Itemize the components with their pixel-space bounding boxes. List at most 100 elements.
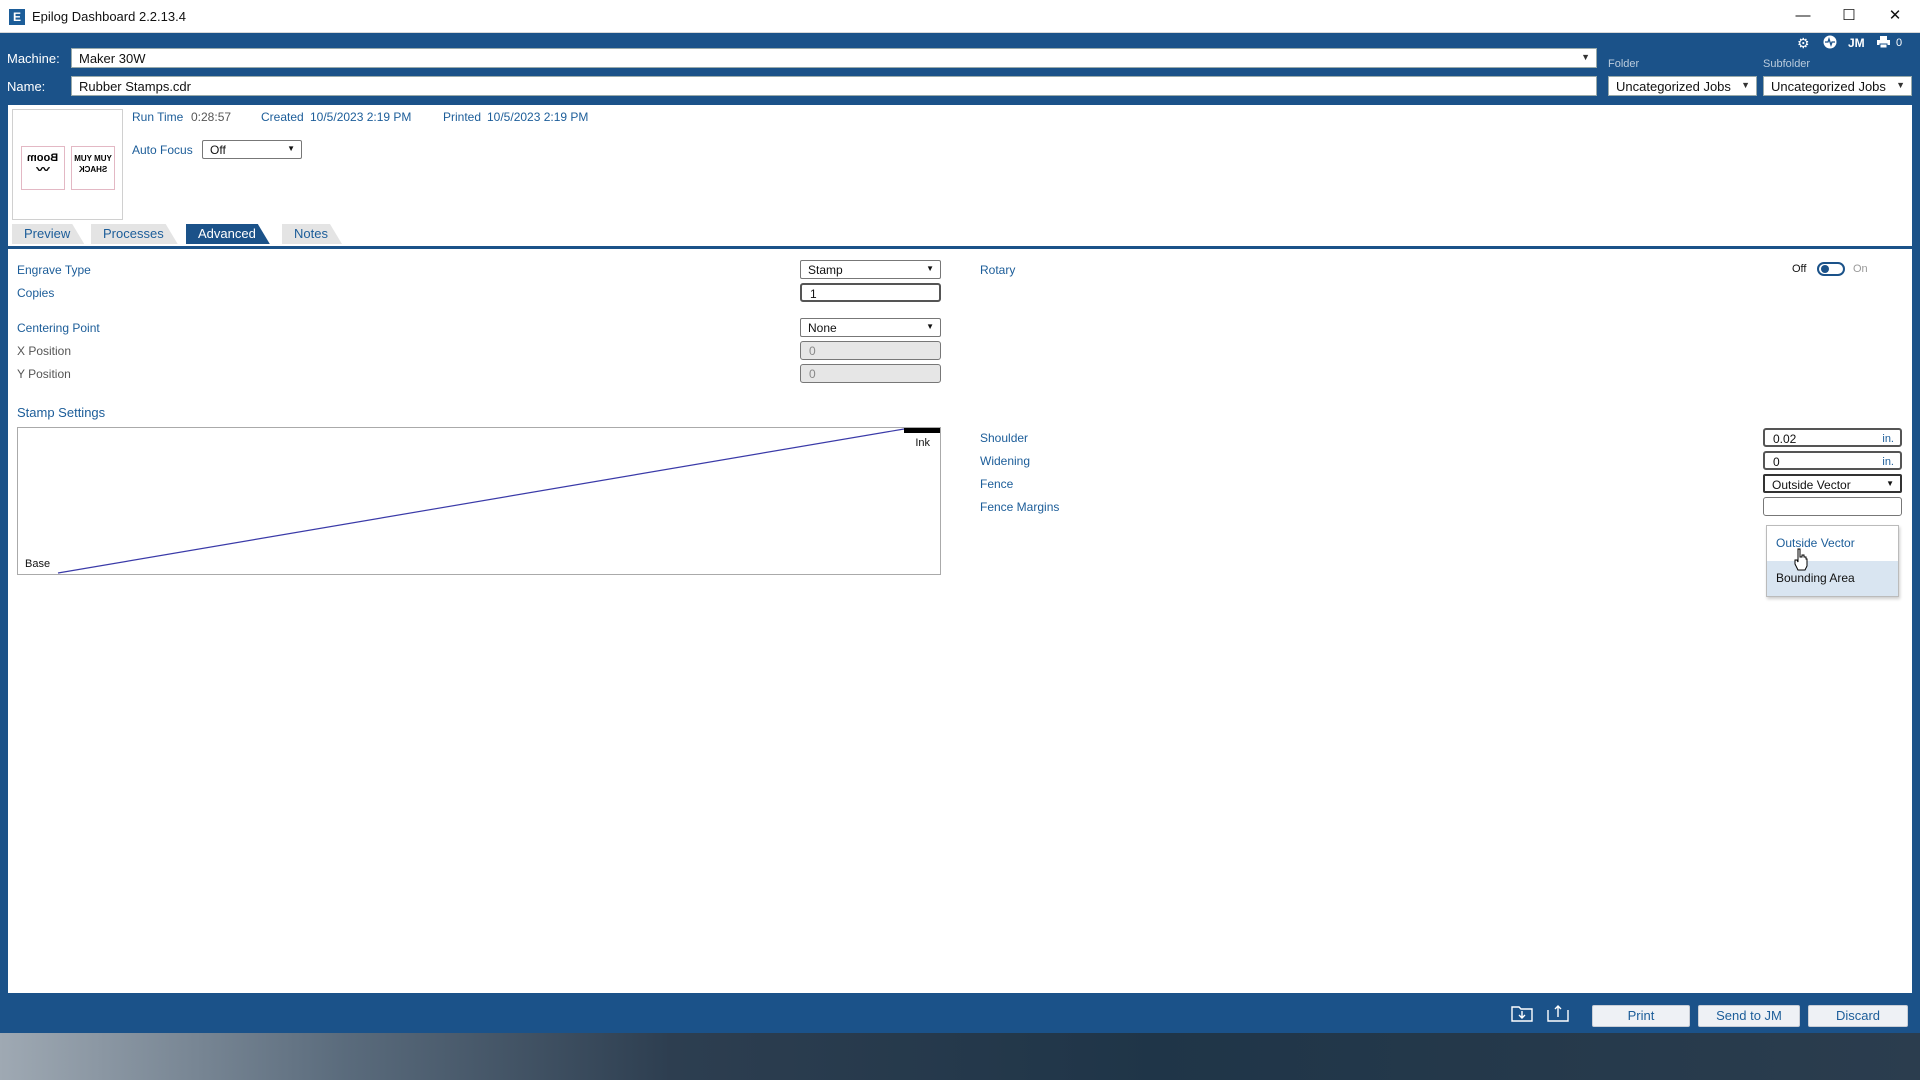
- shoulder-input[interactable]: 0.02 in.: [1763, 428, 1902, 447]
- tab-processes-label: Processes: [103, 226, 164, 241]
- x-position-value: 0: [809, 344, 816, 358]
- stamp-profile-graph: [57, 428, 940, 574]
- y-position-input: 0: [800, 364, 941, 383]
- copies-input[interactable]: 1: [800, 283, 941, 302]
- machine-select[interactable]: Maker 30W ▼: [71, 48, 1597, 68]
- subfolder-select[interactable]: Uncategorized Jobs ▼: [1763, 76, 1912, 96]
- widening-label: Widening: [980, 454, 1031, 468]
- chevron-down-icon: ▼: [1581, 52, 1590, 62]
- printed-value: 10/5/2023 2:19 PM: [487, 110, 589, 124]
- widening-input[interactable]: 0 in.: [1763, 451, 1902, 470]
- maximize-button[interactable]: ☐: [1826, 0, 1872, 33]
- fence-margins-label: Fence Margins: [980, 500, 1060, 514]
- auto-focus-value: Off: [210, 143, 226, 157]
- export-icon[interactable]: [1546, 1004, 1570, 1026]
- tab-notes-label: Notes: [294, 226, 328, 241]
- job-header: Machine: Maker 30W ▼ Name: Rubber Stamps…: [0, 33, 1920, 105]
- ink-bar: [904, 428, 940, 433]
- y-position-label: Y Position: [17, 367, 71, 381]
- job-name-input[interactable]: Rubber Stamps.cdr: [71, 76, 1597, 96]
- chevron-down-icon: ▼: [926, 264, 934, 273]
- printed-label: Printed: [443, 110, 482, 124]
- chevron-down-icon: ▼: [926, 322, 934, 331]
- stamp-thumbnail-yum[interactable]: YUM YUM SHACK: [71, 146, 115, 190]
- toggle-knob: [1821, 265, 1829, 273]
- engrave-type-value: Stamp: [808, 263, 843, 277]
- user-initials[interactable]: JM: [1848, 36, 1865, 50]
- fence-option-bounding-area[interactable]: Bounding Area: [1767, 561, 1898, 596]
- fence-value: Outside Vector: [1772, 478, 1851, 492]
- shoulder-value: 0.02: [1773, 432, 1797, 446]
- auto-focus-select[interactable]: Off ▼: [202, 140, 302, 159]
- created-value: 10/5/2023 2:19 PM: [310, 110, 412, 124]
- settings-gear-icon[interactable]: ⚙: [1797, 35, 1810, 52]
- import-folder-icon[interactable]: [1510, 1004, 1534, 1026]
- copies-label: Copies: [17, 286, 55, 300]
- fence-dropdown-list: Outside Vector Bounding Area: [1766, 525, 1899, 597]
- rotary-on-label: On: [1853, 263, 1868, 275]
- fence-margins-input[interactable]: [1763, 497, 1902, 516]
- rotary-label: Rotary: [980, 263, 1016, 277]
- centering-point-select[interactable]: None ▼: [800, 318, 941, 337]
- chevron-down-icon: ▼: [287, 144, 295, 153]
- created-label: Created: [261, 110, 304, 124]
- close-button[interactable]: ✕: [1872, 0, 1918, 33]
- hand-cursor-icon: [1794, 548, 1808, 571]
- status-pulse-icon[interactable]: [1823, 35, 1837, 52]
- centering-point-value: None: [808, 321, 837, 335]
- chevron-down-icon: ▼: [1886, 479, 1894, 488]
- job-name-value: Rubber Stamps.cdr: [79, 79, 191, 94]
- epilog-app-icon: E: [9, 9, 25, 25]
- chevron-down-icon: ▼: [1741, 80, 1750, 90]
- print-queue-count: 0: [1896, 37, 1903, 49]
- stamp-thumbnail-boom[interactable]: Boom 〰: [21, 146, 65, 190]
- stamp-profile-canvas[interactable]: Ink Base: [17, 427, 941, 575]
- send-to-jm-button[interactable]: Send to JM: [1698, 1005, 1800, 1027]
- job-thumbnail-box: Boom 〰 YUM YUM SHACK: [12, 109, 123, 220]
- tab-preview[interactable]: Preview: [12, 224, 84, 244]
- action-footer: Print Send to JM Discard: [8, 993, 1912, 1033]
- stamp-slope-line: [57, 428, 905, 574]
- shoulder-unit: in.: [1882, 433, 1894, 445]
- main-panel: Boom 〰 YUM YUM SHACK Run Time 0:28:57 Cr…: [8, 105, 1912, 993]
- stamp-settings-label: Stamp Settings: [17, 405, 106, 420]
- y-position-value: 0: [809, 367, 816, 381]
- fence-option-outside-vector[interactable]: Outside Vector: [1767, 526, 1898, 561]
- fence-select[interactable]: Outside Vector ▼: [1763, 474, 1902, 493]
- auto-focus-label: Auto Focus: [132, 143, 193, 157]
- subfolder-caption: Subfolder: [1763, 58, 1811, 70]
- folder-select[interactable]: Uncategorized Jobs ▼: [1608, 76, 1757, 96]
- blurred-taskbar: [0, 1033, 1920, 1080]
- discard-button[interactable]: Discard: [1808, 1005, 1908, 1027]
- x-position-input: 0: [800, 341, 941, 360]
- chevron-down-icon: ▼: [1896, 80, 1905, 90]
- minimize-button[interactable]: —: [1780, 0, 1826, 33]
- print-queue-icon[interactable]: [1877, 36, 1890, 51]
- rotary-toggle[interactable]: [1817, 262, 1845, 276]
- thumbnail-1-text: Boom: [27, 152, 59, 164]
- run-time-value: 0:28:57: [191, 110, 232, 124]
- subfolder-value: Uncategorized Jobs: [1771, 79, 1886, 94]
- window-title: Epilog Dashboard 2.2.13.4: [32, 9, 186, 24]
- tab-underline: [8, 246, 1912, 249]
- machine-label: Machine:: [7, 51, 60, 66]
- run-time-label: Run Time: [132, 110, 184, 124]
- tab-preview-label: Preview: [24, 226, 71, 241]
- folder-caption: Folder: [1608, 58, 1640, 70]
- machine-value: Maker 30W: [79, 51, 146, 66]
- print-button[interactable]: Print: [1592, 1005, 1690, 1027]
- engrave-type-label: Engrave Type: [17, 263, 91, 277]
- mustache-icon: 〰: [36, 162, 50, 177]
- tab-advanced[interactable]: Advanced: [186, 224, 270, 244]
- fence-label: Fence: [980, 477, 1014, 491]
- tab-notes[interactable]: Notes: [282, 224, 342, 244]
- engrave-type-select[interactable]: Stamp ▼: [800, 260, 941, 279]
- ink-label: Ink: [915, 437, 930, 449]
- widening-unit: in.: [1882, 456, 1894, 468]
- tab-advanced-label: Advanced: [198, 226, 256, 241]
- tab-processes[interactable]: Processes: [91, 224, 178, 244]
- copies-value: 1: [810, 287, 817, 301]
- base-label: Base: [25, 558, 51, 570]
- x-position-label: X Position: [17, 344, 72, 358]
- thumbnail-2-text: YUM YUM SHACK: [74, 154, 112, 174]
